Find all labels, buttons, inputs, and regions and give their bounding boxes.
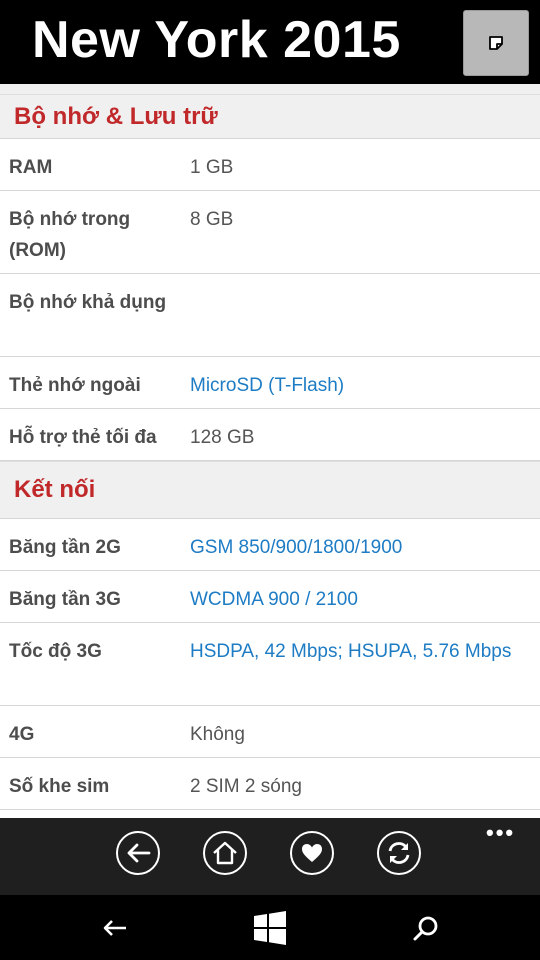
spec-label: Bộ nhớ khả dụng [9, 292, 167, 313]
note-icon [489, 36, 503, 50]
spec-row: Bộ nhớ khả dụng [0, 274, 540, 357]
search-icon [413, 916, 438, 941]
spec-row: Băng tần 3G WCDMA 900 / 2100 [0, 571, 540, 623]
refresh-button[interactable] [377, 831, 421, 875]
system-search-button[interactable] [410, 913, 442, 943]
more-menu-button[interactable]: ••• [486, 822, 515, 844]
spec-row: Thẻ nhớ ngoài MicroSD (T-Flash) [0, 357, 540, 409]
spec-label: Bộ nhớ trong (ROM) [9, 209, 131, 261]
spec-label: 4G [9, 724, 35, 745]
top-strip [0, 84, 540, 94]
spec-row: Băng tần 2G GSM 850/900/1800/1900 [0, 519, 540, 571]
system-back-button[interactable] [98, 913, 132, 943]
spec-value: 8 GB [190, 209, 234, 230]
spec-row: RAM 1 GB [0, 139, 540, 191]
spec-value-link[interactable]: MicroSD (T-Flash) [180, 370, 540, 408]
back-button[interactable] [116, 831, 160, 875]
home-button[interactable] [203, 831, 247, 875]
back-arrow-icon [103, 920, 126, 936]
spec-value: Không [190, 724, 245, 745]
spec-row: Số khe sim 2 SIM 2 sóng [0, 758, 540, 810]
spec-row: Tốc độ 3G HSDPA, 42 Mbps; HSUPA, 5.76 Mb… [0, 623, 540, 706]
spec-row: Bộ nhớ trong (ROM) 8 GB [0, 191, 540, 274]
spec-label: RAM [9, 157, 53, 178]
spec-label: Tốc độ 3G [9, 641, 102, 662]
home-icon [213, 841, 237, 865]
section-header-connectivity: Kết nối [0, 461, 540, 519]
spec-content[interactable]: Bộ nhớ & Lưu trữ RAM 1 GB Bộ nhớ trong (… [0, 84, 540, 818]
note-button[interactable] [463, 10, 529, 76]
spec-value: 2 SIM 2 sóng [190, 776, 302, 797]
spec-label: Thẻ nhớ ngoài [9, 375, 141, 396]
favorite-button[interactable] [290, 831, 334, 875]
spec-value: 1 GB [190, 157, 234, 178]
spec-value: 128 GB [190, 427, 255, 448]
spec-row: Hỗ trợ thẻ tối đa 128 GB [0, 409, 540, 461]
spec-row: 4G Không [0, 706, 540, 758]
spec-value-link[interactable]: HSDPA, 42 Mbps; HSUPA, 5.76 Mbps [180, 636, 540, 705]
spec-label: Hỗ trợ thẻ tối đa [9, 427, 157, 448]
spec-value [180, 287, 540, 356]
page-title: New York 2015 [32, 11, 401, 69]
windows-icon [254, 911, 286, 945]
refresh-icon [388, 842, 410, 864]
app-bar: ••• [0, 818, 540, 895]
spec-label: Băng tần 2G [9, 537, 121, 558]
spec-label: Số khe sim [9, 776, 110, 797]
section-header-memory: Bộ nhớ & Lưu trữ [0, 94, 540, 139]
section-title: Kết nối [14, 476, 96, 503]
back-icon [127, 843, 151, 863]
header-bar: New York 2015 [0, 0, 540, 84]
heart-icon [302, 844, 322, 862]
section-title: Bộ nhớ & Lưu trữ [14, 102, 218, 130]
spec-value-link[interactable]: GSM 850/900/1800/1900 [180, 532, 540, 570]
system-nav-bar [0, 895, 540, 960]
windows-start-button[interactable] [252, 910, 288, 946]
spec-value-link[interactable]: WCDMA 900 / 2100 [180, 584, 540, 622]
spec-label: Băng tần 3G [9, 589, 121, 610]
